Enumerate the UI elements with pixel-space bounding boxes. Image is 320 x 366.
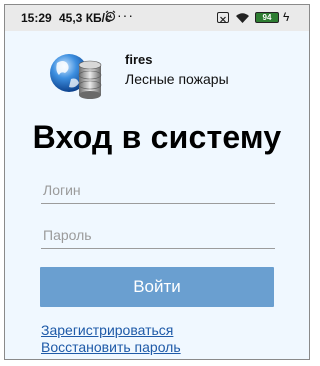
password-field[interactable]	[41, 221, 275, 249]
battery-icon: 94	[255, 12, 279, 23]
wifi-icon	[235, 12, 250, 27]
app-subtitle: Лесные пожары	[125, 71, 229, 87]
sim-x-icon	[217, 12, 229, 23]
page-title: Вход в систему	[32, 119, 282, 155]
status-time: 15:29	[21, 11, 52, 25]
charging-icon: ϟ	[283, 10, 290, 24]
app-name: fires	[125, 52, 153, 67]
status-bar: 15:29 45,3 КБ/с ··· 94 ϟ	[5, 5, 309, 31]
globe-database-icon	[47, 49, 105, 101]
login-field[interactable]	[41, 176, 275, 204]
status-network-speed: 45,3 КБ/с	[59, 11, 112, 25]
restore-password-link[interactable]: Восстановить пароль	[41, 339, 181, 355]
more-dots-icon: ···	[117, 7, 134, 23]
login-button[interactable]: Войти	[40, 267, 274, 307]
alarm-icon	[105, 10, 116, 25]
app-window: 15:29 45,3 КБ/с ··· 94 ϟ fires Лесные по…	[4, 4, 310, 360]
register-link[interactable]: Зарегистрироваться	[41, 322, 173, 338]
